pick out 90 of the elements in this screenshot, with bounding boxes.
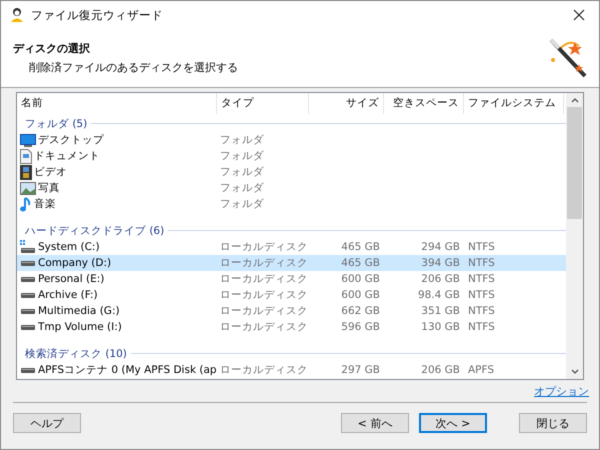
item-name: 写真 <box>38 181 60 195</box>
drive-icon <box>21 292 35 298</box>
scroll-up-icon[interactable] <box>570 97 578 103</box>
list-row[interactable]: Company (D:) ローカルディスク 465 GB 394 GB NTFS <box>17 255 566 271</box>
size-cell-text: 596 GB <box>340 321 381 333</box>
list-row[interactable]: ビデオ フォルダ <box>17 164 566 180</box>
item-name: Personal (E:) <box>38 273 104 285</box>
drive-icon <box>21 324 35 330</box>
wizard-button[interactable]: ヘルプ <box>13 413 81 433</box>
column-header[interactable]: 名前 <box>17 93 217 114</box>
wizard-button[interactable]: 次へ > <box>419 413 487 433</box>
options-link[interactable]: オプション <box>534 384 589 398</box>
wizard-button[interactable]: < 前へ <box>341 413 409 433</box>
free-space-cell-text: 206 GB <box>420 273 461 285</box>
free-space-cell-text: 130 GB <box>420 321 461 333</box>
drive-icon <box>21 276 35 282</box>
list-row[interactable]: Multimedia (G:) ローカルディスク 662 GB 351 GB NTFS <box>17 303 566 319</box>
list-row[interactable]: ドキュメント フォルダ <box>17 148 566 164</box>
step-subtitle: 削除済ファイルのあるディスクを選択する <box>28 60 239 75</box>
system-drive-icon <box>20 240 36 254</box>
scroll-down-icon[interactable] <box>570 369 578 375</box>
type-cell-text: フォルダ <box>219 149 265 163</box>
drive-icon <box>21 308 35 314</box>
item-name: Tmp Volume (I:) <box>38 321 122 333</box>
list-row[interactable]: Personal (E:) ローカルディスク 600 GB 206 GB NTFS <box>17 271 566 287</box>
scrollbar[interactable] <box>566 93 583 379</box>
type-cell-text: フォルダ <box>219 181 265 195</box>
list-row[interactable]: デスクトップ フォルダ <box>17 132 566 148</box>
monitor-icon <box>20 133 36 147</box>
file-system-cell-text: NTFS <box>467 241 496 253</box>
type-cell-text: ローカルディスク <box>219 320 309 334</box>
music-note-icon <box>20 196 32 212</box>
item-name: Archive (F:) <box>38 289 98 301</box>
item-name: デスクトップ <box>38 133 104 147</box>
column-header[interactable]: ファイルシステム <box>464 93 564 114</box>
document-icon <box>20 148 32 164</box>
film-icon <box>20 164 32 180</box>
list-row[interactable]: Tmp Volume (I:) ローカルディスク 596 GB 130 GB NTFS <box>17 319 566 335</box>
item-name: Multimedia (G:) <box>38 305 120 317</box>
free-space-cell-text: 351 GB <box>420 305 461 317</box>
item-name: ビデオ <box>34 165 67 179</box>
size-cell-text: 297 GB <box>340 364 381 376</box>
free-space-cell-text: 394 GB <box>420 257 461 269</box>
drive-icon <box>21 260 35 266</box>
item-name: ドキュメント <box>34 149 100 163</box>
column-header[interactable]: タイプ <box>217 93 309 114</box>
file-system-cell-text: NTFS <box>467 257 496 269</box>
free-space-cell-text: 206 GB <box>420 364 461 376</box>
file-system-cell-text: NTFS <box>467 289 496 301</box>
size-cell-text: 662 GB <box>340 305 381 317</box>
file-system-cell-text: NTFS <box>467 321 496 333</box>
size-cell-text: 600 GB <box>340 289 381 301</box>
type-cell-text: ローカルディスク <box>219 240 309 254</box>
file-system-cell-text: APFS <box>467 364 496 376</box>
list-row[interactable]: Archive (F:) ローカルディスク 600 GB 98.4 GB NTFS <box>17 287 566 303</box>
window-title: ファイル復元ウィザード <box>31 8 164 22</box>
type-cell-text: ローカルディスク <box>219 304 309 318</box>
item-name: System (C:) <box>38 241 100 253</box>
group-header: 検索済ディスク (10) <box>25 346 127 360</box>
type-cell-text: ローカルディスク <box>219 272 309 286</box>
size-cell-text: 465 GB <box>340 257 381 269</box>
type-cell-text: ローカルディスク <box>219 363 309 377</box>
list-row[interactable]: 写真 フォルダ <box>17 180 566 196</box>
column-header[interactable]: 空きスペース <box>384 93 464 114</box>
size-cell-text: 600 GB <box>340 273 381 285</box>
type-cell-text: フォルダ <box>219 197 265 211</box>
type-cell-text: ローカルディスク <box>219 256 309 270</box>
picture-icon <box>20 182 36 194</box>
group-header: フォルダ (5) <box>25 116 88 130</box>
drive-icon <box>21 368 35 372</box>
type-cell-text: フォルダ <box>219 133 265 147</box>
group-header: ハードディスクドライブ (6) <box>25 224 164 238</box>
list-row[interactable]: APFSコンテナ 0 (My APFS Disk (ap ローカルディスク 297 GB 206 GB APFS <box>17 362 566 378</box>
file-system-cell-text: NTFS <box>467 273 496 285</box>
size-cell-text: 465 GB <box>340 241 381 253</box>
file-system-cell-text: NTFS <box>467 305 496 317</box>
free-space-cell-text: 98.4 GB <box>416 289 461 301</box>
type-cell-text: ローカルディスク <box>219 288 309 302</box>
item-name: Company (D:) <box>38 257 112 269</box>
free-space-cell-text: 294 GB <box>420 241 461 253</box>
item-name: APFSコンテナ 0 (My APFS Disk (ap <box>38 363 217 377</box>
app-icon <box>9 7 25 23</box>
item-name: 音楽 <box>34 197 56 211</box>
type-cell-text: フォルダ <box>219 165 265 179</box>
close-icon[interactable] <box>573 9 585 21</box>
column-header[interactable]: サイズ <box>309 93 384 114</box>
list-row[interactable]: System (C:) ローカルディスク 465 GB 294 GB NTFS <box>17 239 566 255</box>
list-row[interactable]: 音楽 フォルダ <box>17 196 566 212</box>
wizard-button[interactable]: 閉じる <box>519 413 587 433</box>
step-title: ディスクの選択 <box>13 41 91 56</box>
